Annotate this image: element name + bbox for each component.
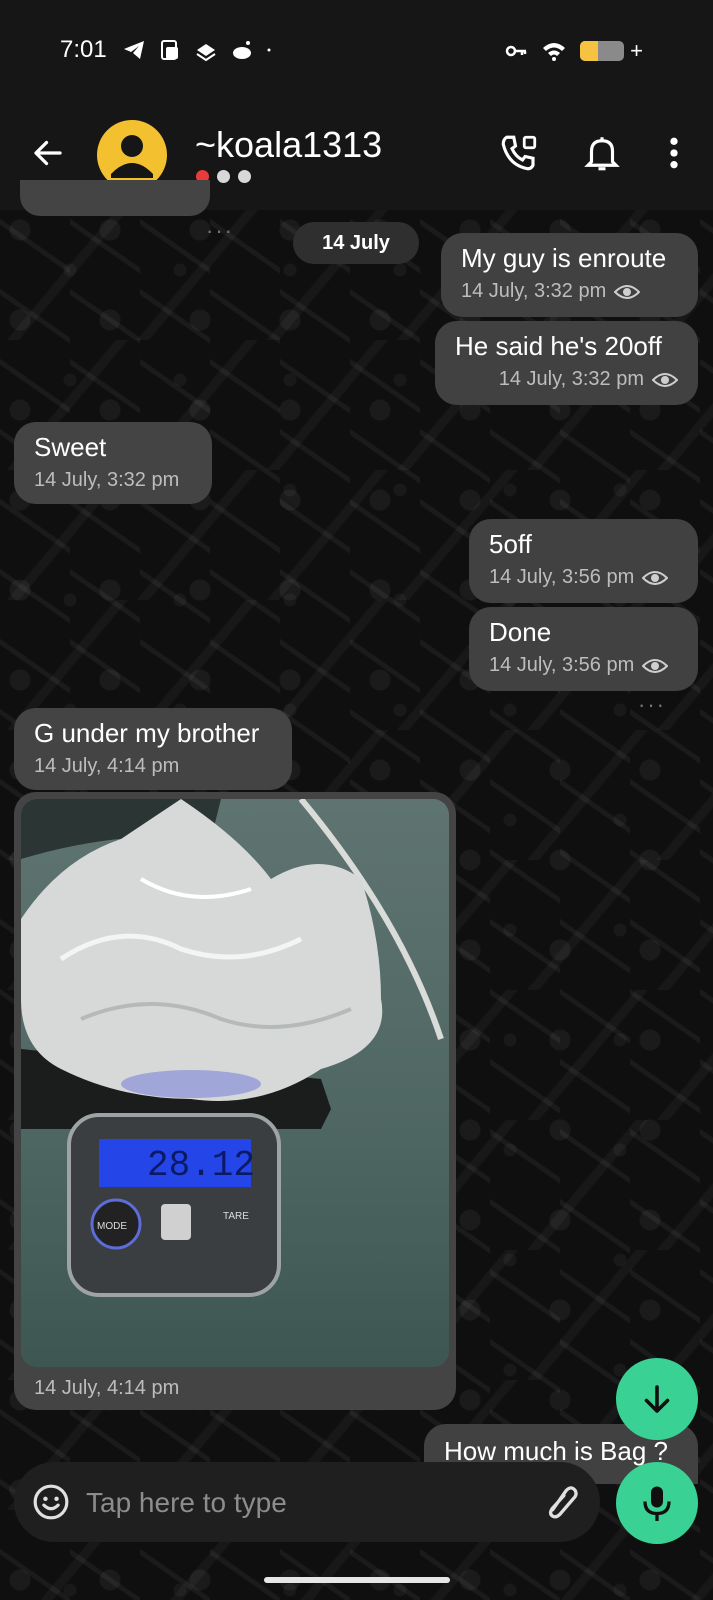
message-timestamp: 14 July, 4:14 pm xyxy=(34,755,180,777)
previous-message-bubble xyxy=(20,180,210,216)
status-bar: 7:01 + xyxy=(0,0,713,100)
message-bubble-incoming[interactable]: Sweet 14 July, 3:32 pm xyxy=(14,422,212,504)
charging-icon: + xyxy=(630,38,643,63)
scale-photo-image: 28.12 MODE TARE xyxy=(21,799,444,1297)
message-timestamp: 14 July, 3:56 pm xyxy=(489,654,635,676)
message-bubble-incoming[interactable]: G under my brother 14 July, 4:14 pm xyxy=(14,708,292,790)
message-bubble-outgoing[interactable]: He said he's 20off 14 July, 3:32 pm xyxy=(435,321,698,405)
telegram-icon xyxy=(124,41,144,59)
more-notifications-dot-icon xyxy=(267,48,271,52)
notification-icons xyxy=(122,38,278,62)
voice-message-button[interactable] xyxy=(616,1462,698,1544)
microphone-icon xyxy=(643,1486,671,1521)
message-bubble-outgoing[interactable]: Done 14 July, 3:56 pm xyxy=(469,607,698,691)
date-chip: 14 July xyxy=(293,222,419,264)
scale-reading: 28.12 xyxy=(147,1145,255,1186)
message-input[interactable] xyxy=(84,1480,528,1526)
message-options-icon[interactable]: ··· xyxy=(638,692,666,718)
scale-tare-label: TARE xyxy=(223,1211,249,1222)
reddit-icon xyxy=(233,41,251,59)
message-bubble-outgoing[interactable]: My guy is enroute 14 July, 3:32 pm xyxy=(441,233,698,317)
scale-mode-label: MODE xyxy=(97,1221,127,1232)
message-timestamp: 14 July, 4:14 pm xyxy=(34,1377,180,1399)
seen-eye-icon xyxy=(642,658,669,673)
emoji-icon[interactable] xyxy=(32,1483,70,1521)
wifi-icon xyxy=(543,43,566,61)
vpn-key-icon xyxy=(505,45,527,57)
stack-icon xyxy=(196,44,216,62)
attachment-icon[interactable] xyxy=(542,1484,582,1520)
message-text: Done xyxy=(489,617,552,647)
message-text: G under my brother xyxy=(34,718,260,748)
system-icons: + xyxy=(504,38,643,64)
message-text: 5off xyxy=(489,529,532,559)
battery-icon xyxy=(580,41,625,61)
notifications-icon[interactable] xyxy=(581,132,623,174)
call-icon[interactable] xyxy=(498,132,540,174)
arrow-down-icon xyxy=(644,1385,670,1413)
status-time: 7:01 xyxy=(60,36,107,63)
message-composer xyxy=(14,1462,600,1542)
message-timestamp: 14 July, 3:32 pm xyxy=(498,368,644,390)
message-timestamp: 14 July, 3:32 pm xyxy=(461,280,607,302)
message-text: My guy is enroute xyxy=(461,243,667,273)
message-timestamp: 14 July, 3:32 pm xyxy=(34,469,180,491)
message-timestamp: 14 July, 3:56 pm xyxy=(489,566,635,588)
more-options-icon[interactable] xyxy=(654,132,694,174)
message-text: Sweet xyxy=(34,432,107,462)
home-indicator[interactable] xyxy=(264,1577,450,1583)
contact-name[interactable]: ~koala1313 xyxy=(195,124,382,166)
message-text: He said he's 20off xyxy=(455,331,662,361)
seen-eye-icon xyxy=(652,372,678,387)
message-options-icon[interactable]: ··· xyxy=(206,218,234,244)
scroll-to-bottom-button[interactable] xyxy=(616,1358,698,1440)
back-arrow-icon[interactable] xyxy=(30,135,66,171)
app-icon xyxy=(161,40,178,60)
image-message-bubble[interactable]: 28.12 MODE TARE 14 July, 4:14 pm xyxy=(14,792,456,1410)
seen-eye-icon xyxy=(642,570,669,585)
photo[interactable]: 28.12 MODE TARE xyxy=(21,799,449,1367)
message-bubble-outgoing[interactable]: 5off 14 July, 3:56 pm xyxy=(469,519,698,603)
seen-eye-icon xyxy=(614,284,641,299)
